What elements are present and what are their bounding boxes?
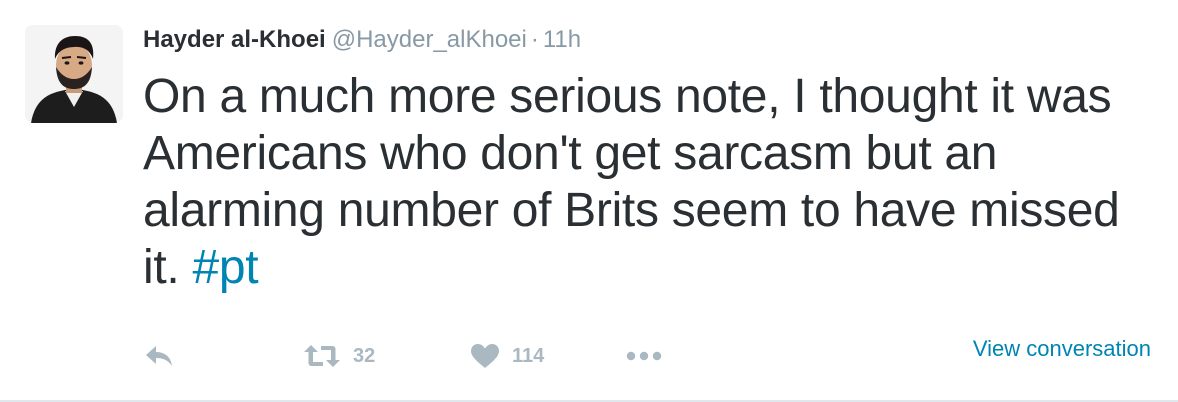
reply-icon xyxy=(146,346,172,366)
view-conversation-link[interactable]: View conversation xyxy=(973,336,1151,362)
separator-dot: · xyxy=(530,26,539,53)
retweet-icon xyxy=(304,345,340,367)
retweet-button[interactable]: 32 xyxy=(303,338,375,374)
timestamp[interactable]: 11h xyxy=(543,26,581,53)
heart-icon xyxy=(471,344,499,368)
tweet-header: Hayder al-Khoei @Hayder_alKhoei · 11h xyxy=(143,25,581,55)
avatar[interactable] xyxy=(25,25,123,123)
author-name[interactable]: Hayder al-Khoei xyxy=(143,26,326,53)
reply-button[interactable] xyxy=(143,338,175,374)
tweet-card[interactable]: Hayder al-Khoei @Hayder_alKhoei · 11h On a … xyxy=(0,0,1178,402)
tweet-body: On a much more serious note, I thought i… xyxy=(143,70,1120,294)
author-handle[interactable]: @Hayder_alKhoei xyxy=(332,26,527,53)
like-count: 114 xyxy=(512,344,545,367)
profile-photo-icon xyxy=(25,25,123,123)
hashtag-link[interactable]: #pt xyxy=(192,241,258,294)
like-button[interactable]: 114 xyxy=(470,338,544,374)
more-dots-icon xyxy=(626,351,662,361)
more-button[interactable] xyxy=(626,338,662,374)
tweet-text: On a much more serious note, I thought i… xyxy=(143,68,1143,296)
retweet-count: 32 xyxy=(353,344,376,367)
